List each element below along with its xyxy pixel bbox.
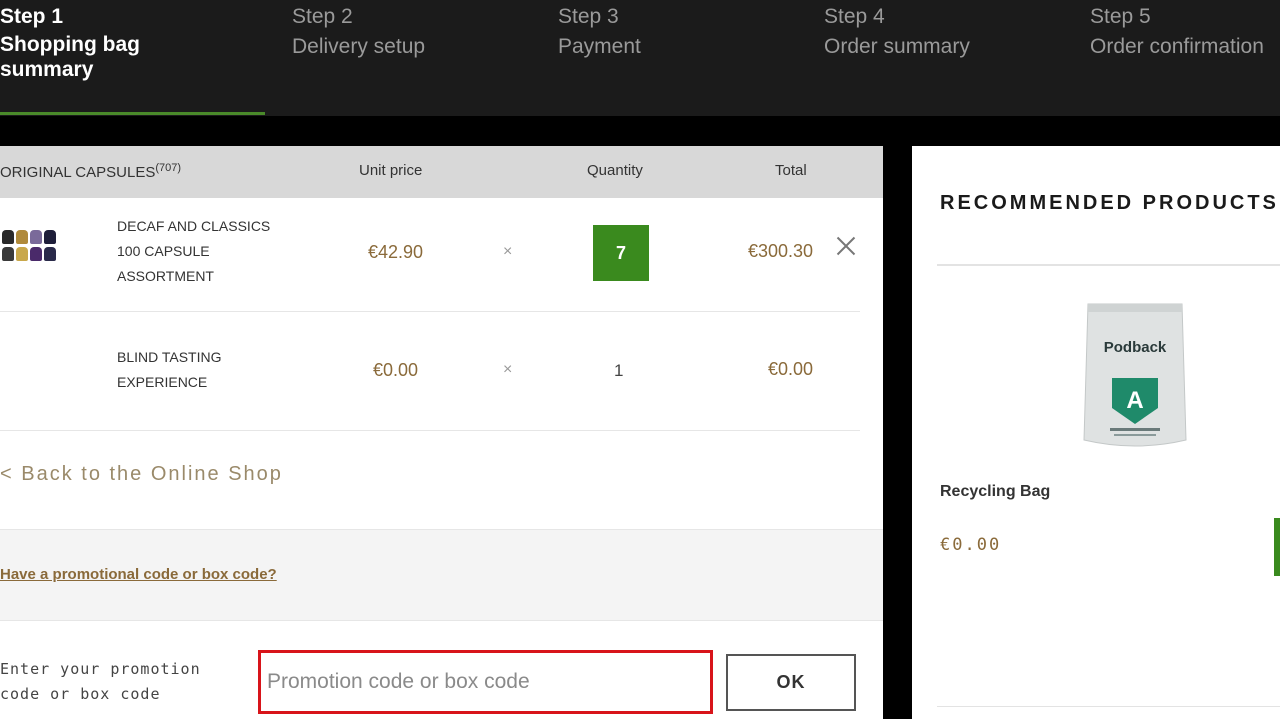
step-2[interactable]: Step 2 Delivery setup <box>292 2 425 62</box>
promo-band: Have a promotional code or box code? <box>0 529 883 621</box>
multiply-icon: × <box>503 361 513 378</box>
cart-row: BLIND TASTING EXPERIENCE €0.00 × 1 €0.00 <box>0 312 860 431</box>
line-total: €300.30 <box>748 241 814 261</box>
remove-item-icon[interactable] <box>834 234 858 258</box>
step-1[interactable]: Step 1 Shopping bag summary <box>0 2 150 82</box>
unit-price: €42.90 <box>368 242 424 262</box>
divider <box>937 706 1280 707</box>
recommended-product-price: €0.00 <box>940 535 1002 555</box>
line-total: €0.00 <box>768 359 814 379</box>
product-name-line1: DECAF AND CLASSICS <box>117 218 271 234</box>
product-name[interactable]: DECAF AND CLASSICS 100 CAPSULE ASSORTMEN… <box>117 214 270 289</box>
step-2-number: Step 2 <box>292 5 353 28</box>
product-name-line3: ASSORTMENT <box>117 268 214 284</box>
quantity-value: 1 <box>614 361 624 380</box>
step-3[interactable]: Step 3 Payment <box>558 2 641 62</box>
step-4[interactable]: Step 4 Order summary <box>824 2 970 62</box>
checkout-steps: Step 1 Shopping bag summary Step 2 Deliv… <box>0 0 1280 116</box>
step-5[interactable]: Step 5 Order confirmation <box>1090 2 1264 62</box>
step-4-label: Order summary <box>824 35 970 58</box>
recommended-product-name[interactable]: Recycling Bag <box>940 483 1050 501</box>
product-name-line2: EXPERIENCE <box>117 374 208 390</box>
promo-code-link[interactable]: Have a promotional code or box code? <box>0 566 277 583</box>
recommended-products-panel: RECOMMENDED PRODUCTS Podback A Recycling… <box>912 146 1280 719</box>
capsules-thumbnail <box>2 230 62 266</box>
bag-brand: Podback <box>1104 339 1167 356</box>
shopping-bag-panel: ORIGINAL CAPSULES(707) Unit price Quanti… <box>0 146 883 719</box>
quantity-selector[interactable]: 7 <box>593 225 649 281</box>
recommended-title: RECOMMENDED PRODUCTS <box>940 192 1279 214</box>
step-3-label: Payment <box>558 35 641 58</box>
step-5-label: Order confirmation <box>1090 35 1264 58</box>
add-to-bag-button[interactable] <box>1274 518 1280 576</box>
step-1-label: Shopping bag summary <box>0 33 140 81</box>
promo-code-label: Enter your promotion code or box code <box>0 660 201 703</box>
step-1-number: Step 1 <box>0 5 64 28</box>
step-2-label: Delivery setup <box>292 35 426 58</box>
product-name-line2: 100 CAPSULE <box>117 243 210 259</box>
step-5-number: Step 5 <box>1090 5 1151 28</box>
promo-ok-button[interactable]: OK <box>726 654 856 711</box>
back-to-shop-link[interactable]: < Back to the Online Shop <box>0 463 283 486</box>
unit-price: €0.00 <box>373 360 419 380</box>
divider <box>937 264 1280 266</box>
active-step-indicator <box>0 112 265 115</box>
recycling-bag-image[interactable]: Podback A <box>1080 300 1190 452</box>
step-4-number: Step 4 <box>824 5 885 28</box>
product-name-line1: BLIND TASTING <box>117 349 222 365</box>
bag-letter: A <box>1126 387 1143 414</box>
step-3-number: Step 3 <box>558 5 619 28</box>
product-name[interactable]: BLIND TASTING EXPERIENCE <box>117 345 222 395</box>
multiply-icon: × <box>503 243 513 260</box>
cart-row: DECAF AND CLASSICS 100 CAPSULE ASSORTMEN… <box>0 146 860 312</box>
promo-code-input[interactable] <box>258 650 713 714</box>
